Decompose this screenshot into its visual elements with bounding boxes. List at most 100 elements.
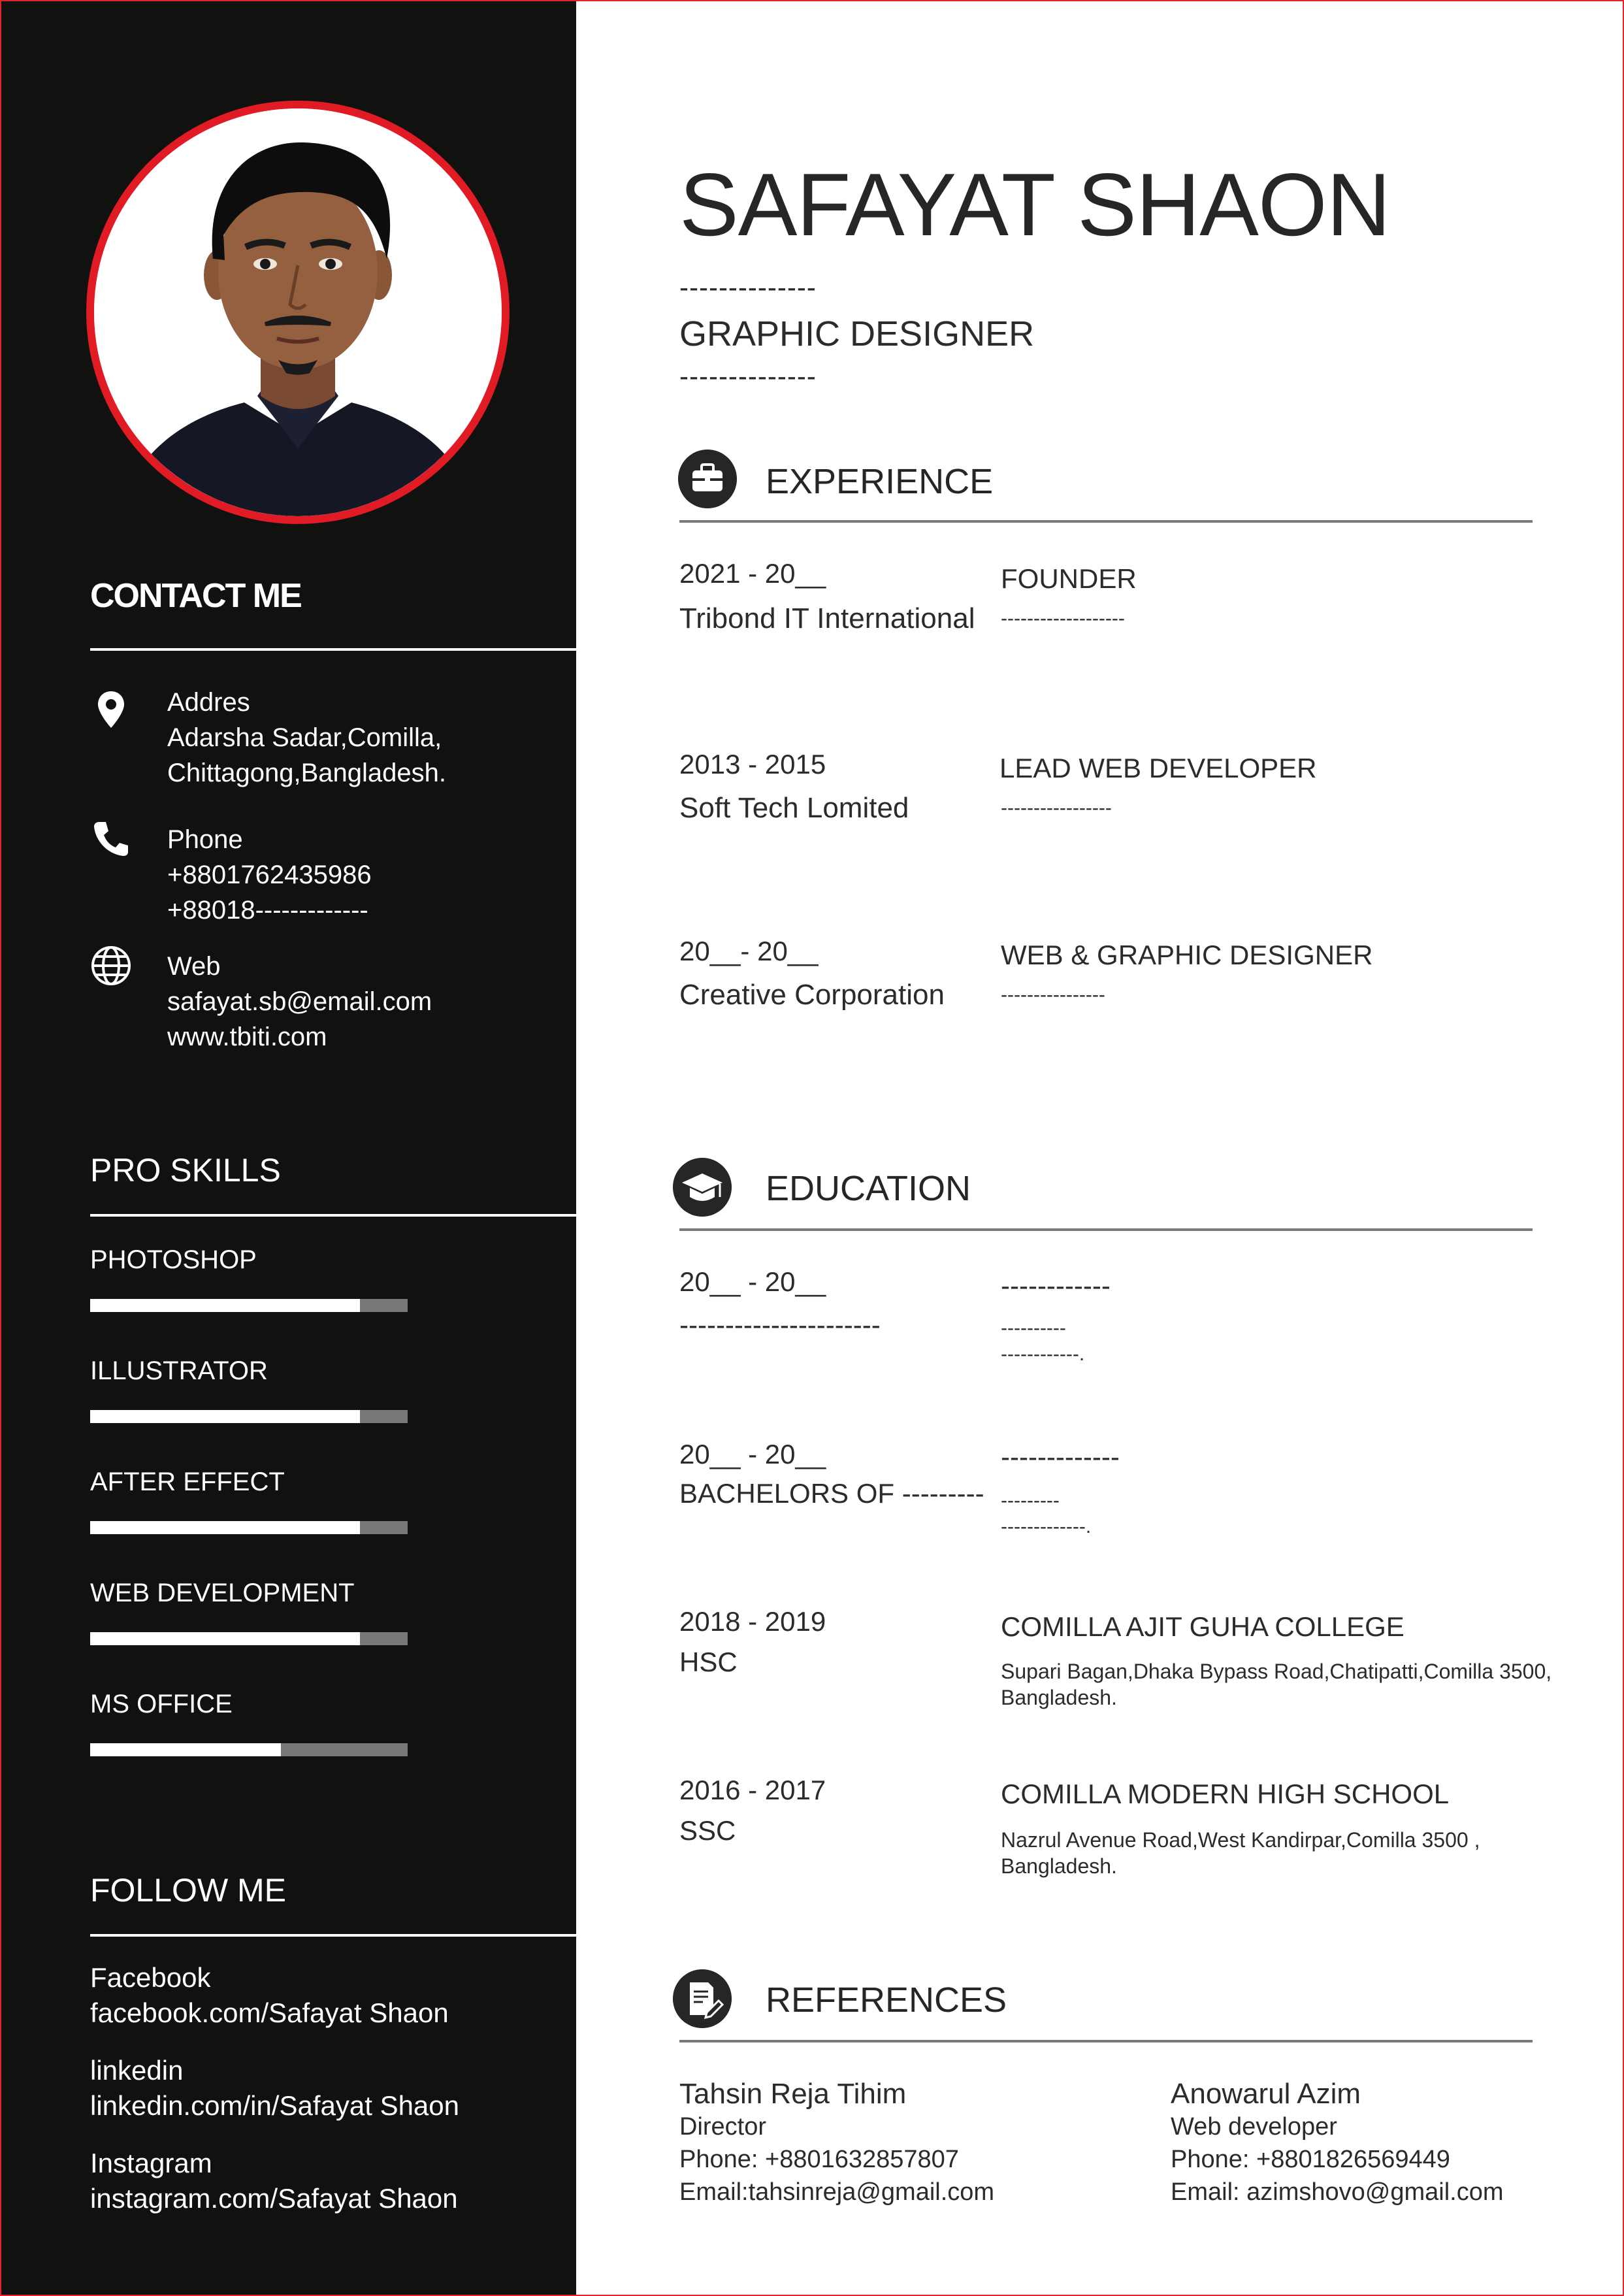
- reference-card: Tahsin Reja Tihim Director Phone: +88016…: [679, 2078, 994, 2208]
- education-detail: -------------.: [1001, 1516, 1092, 1537]
- skill-label: ILLUSTRATOR: [90, 1356, 268, 1385]
- follow-linkedin[interactable]: linkedin linkedin.com/in/Safayat Shaon: [90, 2053, 459, 2124]
- education-detail: ------------.: [1001, 1343, 1085, 1365]
- education-detail: Bangladesh.: [1001, 1686, 1117, 1709]
- experience-title: WEB & GRAPHIC DESIGNER: [1001, 940, 1373, 970]
- references-heading: REFERENCES: [766, 1980, 1007, 2020]
- address-line1: Adarsha Sadar,Comilla,: [167, 723, 442, 752]
- reference-name: Tahsin Reja Tihim: [679, 2078, 907, 2110]
- web-url[interactable]: www.tbiti.com: [167, 1019, 432, 1055]
- skill-bar-fill: [90, 1521, 361, 1534]
- education-school: ------------: [1001, 1270, 1111, 1301]
- skill-label: WEB DEVELOPMENT: [90, 1579, 355, 1607]
- reference-phone: Phone: +8801632857807: [679, 2146, 959, 2173]
- education-school: -------------: [1001, 1441, 1120, 1472]
- experience-title: FOUNDER: [1001, 563, 1137, 594]
- phone-line1: +8801762435986: [167, 861, 372, 889]
- contact-web: Web safayat.sb@email.com www.tbiti.com: [167, 949, 432, 1055]
- web-email[interactable]: safayat.sb@email.com: [167, 984, 432, 1019]
- skill-label: MS OFFICE: [90, 1690, 233, 1718]
- follow-divider: [90, 1934, 577, 1937]
- experience-note: ----------------: [1001, 984, 1105, 1006]
- skill-bar: [90, 1410, 408, 1423]
- skills-heading: PRO SKILLS: [90, 1152, 281, 1189]
- skill-bar-fill: [90, 1410, 361, 1423]
- experience-org: Soft Tech Lomited: [679, 792, 909, 824]
- education-degree: BACHELORS OF ---------: [679, 1478, 984, 1509]
- contact-heading: CONTACT ME: [90, 577, 302, 615]
- skill-bar: [90, 1743, 408, 1756]
- experience-title: LEAD WEB DEVELOPER: [999, 753, 1317, 783]
- education-heading: EDUCATION: [766, 1169, 971, 1208]
- instagram-label: Instagram: [90, 2148, 212, 2178]
- experience-period: 2013 - 2015: [679, 749, 826, 779]
- linkedin-link[interactable]: linkedin.com/in/Safayat Shaon: [90, 2088, 459, 2124]
- education-detail: Bangladesh.: [1001, 1854, 1117, 1878]
- experience-divider: [679, 520, 1533, 523]
- facebook-link[interactable]: facebook.com/Safayat Shaon: [90, 1995, 449, 2031]
- phone-label: Phone: [167, 825, 243, 854]
- skills-divider: [90, 1214, 577, 1217]
- graduation-cap-icon: [673, 1158, 732, 1217]
- sidebar: CONTACT ME Addres Adarsha Sadar,Comilla,…: [1, 1, 577, 2295]
- follow-facebook[interactable]: Facebook facebook.com/Safayat Shaon: [90, 1960, 449, 2031]
- contact-divider: [90, 648, 577, 651]
- experience-heading: EXPERIENCE: [766, 462, 994, 501]
- reference-phone: Phone: +8801826569449: [1171, 2146, 1450, 2173]
- skill-bar-fill: [90, 1299, 361, 1312]
- education-period: 2016 - 2017: [679, 1775, 826, 1805]
- skill-label: AFTER EFFECT: [90, 1468, 285, 1496]
- reference-position: Web developer: [1171, 2113, 1337, 2140]
- candidate-role: GRAPHIC DESIGNER: [679, 314, 1035, 353]
- education-degree: HSC: [679, 1647, 738, 1677]
- follow-heading: FOLLOW ME: [90, 1872, 287, 1909]
- education-detail: ---------: [1001, 1490, 1060, 1511]
- candidate-name: SAFAYAT SHAON: [679, 155, 1391, 254]
- skill-bar-fill: [90, 1632, 361, 1645]
- experience-org: Creative Corporation: [679, 979, 945, 1011]
- education-period: 20__ - 20__: [679, 1266, 826, 1297]
- reference-position: Director: [679, 2113, 767, 2140]
- experience-note: -----------------: [1001, 797, 1112, 819]
- document-edit-icon: [673, 1969, 732, 2028]
- address-label: Addres: [167, 688, 250, 717]
- reference-card: Anowarul Azim Web developer Phone: +8801…: [1171, 2078, 1504, 2208]
- experience-org: Tribond IT International: [679, 602, 975, 634]
- briefcase-icon: [678, 450, 737, 508]
- references-divider: [679, 2040, 1533, 2042]
- profile-photo: [86, 101, 510, 524]
- phone-icon: [94, 822, 128, 856]
- reference-email[interactable]: Email: azimshovo@gmail.com: [1171, 2176, 1504, 2208]
- education-detail: ----------: [1001, 1317, 1066, 1339]
- web-label: Web: [167, 952, 221, 981]
- skill-bar-fill: [90, 1743, 281, 1756]
- education-degree: ----------------------: [679, 1309, 881, 1340]
- education-detail: Nazrul Avenue Road,West Kandirpar,Comill…: [1001, 1828, 1480, 1852]
- education-degree: SSC: [679, 1815, 736, 1846]
- phone-line2: +88018-------------: [167, 896, 368, 925]
- skill-bar: [90, 1521, 408, 1534]
- location-pin-icon: [98, 691, 124, 728]
- experience-note: -------------------: [1001, 608, 1125, 629]
- experience-period: 2021 - 20__: [679, 558, 826, 589]
- education-period: 20__ - 20__: [679, 1439, 826, 1469]
- globe-icon: [91, 946, 131, 985]
- name-divider-top: --------------: [679, 272, 817, 303]
- skill-bar: [90, 1299, 408, 1312]
- reference-name: Anowarul Azim: [1171, 2078, 1361, 2110]
- skill-label: PHOTOSHOP: [90, 1245, 257, 1274]
- name-divider-bottom: --------------: [679, 361, 817, 391]
- reference-email[interactable]: Email:tahsinreja@gmail.com: [679, 2176, 994, 2208]
- linkedin-label: linkedin: [90, 2055, 184, 2086]
- contact-address: Addres Adarsha Sadar,Comilla, Chittagong…: [167, 685, 446, 791]
- education-school: COMILLA AJIT GUHA COLLEGE: [1001, 1611, 1405, 1642]
- education-divider: [679, 1228, 1533, 1231]
- experience-period: 20__- 20__: [679, 936, 819, 966]
- education-period: 2018 - 2019: [679, 1606, 826, 1637]
- address-line2: Chittagong,Bangladesh.: [167, 759, 446, 787]
- instagram-link[interactable]: instagram.com/Safayat Shaon: [90, 2181, 458, 2216]
- education-school: COMILLA MODERN HIGH SCHOOL: [1001, 1779, 1450, 1809]
- education-detail: Supari Bagan,Dhaka Bypass Road,Chatipatt…: [1001, 1660, 1552, 1683]
- follow-instagram[interactable]: Instagram instagram.com/Safayat Shaon: [90, 2146, 458, 2216]
- contact-phone: Phone +8801762435986 +88018-------------: [167, 822, 372, 928]
